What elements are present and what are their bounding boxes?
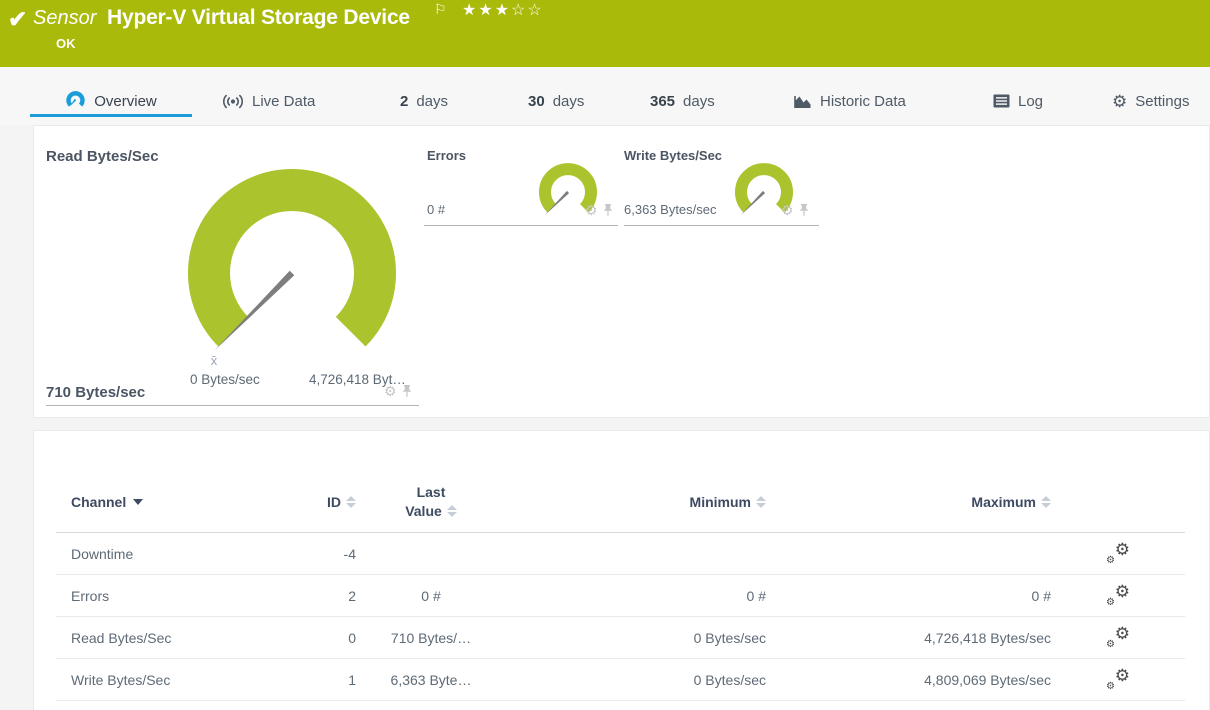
channel-maximum: 4,726,418 Bytes/sec bbox=[924, 629, 1051, 646]
channel-maximum: 4,809,069 Bytes/sec bbox=[924, 671, 1051, 688]
active-tab-underline bbox=[30, 114, 192, 117]
column-header-minimum[interactable]: Minimum bbox=[506, 494, 766, 510]
table-row-downtime: Downtime -4 ⚙ ⚙ bbox=[56, 533, 1185, 575]
channel-maximum: 0 # bbox=[1031, 587, 1051, 604]
pin-icon[interactable] bbox=[402, 384, 412, 398]
edit-channel-gears-icon[interactable]: ⚙ ⚙ bbox=[1106, 667, 1130, 692]
tab-overview[interactable]: Overview bbox=[30, 87, 192, 115]
write-gauge-title: Write Bytes/Sec bbox=[624, 148, 723, 163]
tab-log-label: Log bbox=[1018, 92, 1044, 110]
status-badge: OK bbox=[56, 36, 76, 51]
tab-30-days[interactable]: 30 days bbox=[528, 87, 584, 115]
channel-id: -4 bbox=[343, 545, 356, 562]
gauge-icon bbox=[66, 91, 85, 107]
ok-check-icon: ✔ bbox=[8, 6, 28, 32]
tab-365-days-label: days bbox=[683, 92, 715, 110]
channel-last-value: 0 # bbox=[421, 587, 441, 604]
errors-gauge-value: 0 # bbox=[427, 202, 446, 217]
gauge-divider bbox=[424, 225, 618, 226]
sort-icon bbox=[346, 495, 356, 508]
status-bar: ✔ Sensor Hyper-V Virtual Storage Device … bbox=[0, 0, 1210, 67]
log-list-icon bbox=[993, 94, 1010, 108]
channel-minimum: 0 Bytes/sec bbox=[693, 671, 766, 688]
channel-last-value: 710 Bytes/… bbox=[390, 629, 472, 646]
table-header-row: Channel ID Last Value Minimum Maximum bbox=[56, 471, 1185, 533]
live-data-icon bbox=[222, 94, 244, 108]
sort-icon bbox=[446, 504, 457, 517]
tab-settings-label: Settings bbox=[1135, 92, 1190, 110]
primary-gauge-title: Read Bytes/Sec bbox=[46, 148, 159, 165]
channel-settings-gear-icon[interactable]: ⚙ bbox=[384, 384, 397, 398]
tab-bar: Overview Live Data 2 days 30 days 365 da… bbox=[0, 67, 1210, 125]
sensor-title: Hyper-V Virtual Storage Device bbox=[107, 6, 410, 29]
channel-settings-gear-icon[interactable]: ⚙ bbox=[781, 203, 794, 217]
tab-log[interactable]: Log bbox=[993, 87, 1043, 115]
primary-gauge-tools: ⚙ bbox=[384, 384, 412, 398]
channel-id: 2 bbox=[348, 587, 356, 604]
priority-flag-icon[interactable]: ⚐ bbox=[434, 1, 447, 18]
errors-gauge-tools: ⚙ bbox=[585, 203, 613, 217]
channel-name: Read Bytes/Sec bbox=[71, 629, 172, 646]
column-header-channel[interactable]: Channel bbox=[71, 494, 321, 510]
channel-last-value: 6,363 Byte… bbox=[390, 671, 472, 688]
tab-365-days[interactable]: 365 days bbox=[650, 87, 715, 115]
channel-id: 1 bbox=[348, 671, 356, 688]
pin-icon[interactable] bbox=[603, 203, 613, 217]
gear-icon: ⚙ bbox=[1112, 91, 1128, 111]
write-gauge-tools: ⚙ bbox=[781, 203, 809, 217]
tab-live-data-label: Live Data bbox=[252, 92, 316, 110]
errors-gauge-title: Errors bbox=[427, 148, 467, 163]
gauges-panel: Read Bytes/Sec x̄ 0 Bytes/sec 4,726,418 … bbox=[33, 125, 1210, 418]
last-value-header-line1: Last bbox=[416, 483, 446, 500]
edit-channel-gears-icon[interactable]: ⚙ ⚙ bbox=[1106, 541, 1130, 566]
channel-id: 0 bbox=[348, 629, 356, 646]
gauge-divider bbox=[46, 405, 419, 406]
sort-icon bbox=[756, 495, 766, 508]
read-bytes-gauge: x̄ bbox=[188, 169, 396, 368]
minimum-header-label: Minimum bbox=[689, 493, 751, 510]
column-header-id[interactable]: ID bbox=[321, 494, 356, 510]
tab-historic-data[interactable]: Historic Data bbox=[793, 87, 906, 115]
sort-icon bbox=[1041, 495, 1051, 508]
sensor-kind-label: Sensor bbox=[33, 7, 97, 29]
channel-header-label: Channel bbox=[71, 493, 127, 510]
gauge-divider bbox=[624, 225, 819, 226]
priority-stars[interactable]: ★★★☆☆ bbox=[462, 0, 544, 20]
prtg-sensor-page: ✔ Sensor Hyper-V Virtual Storage Device … bbox=[0, 0, 1210, 710]
tab-30-days-label: days bbox=[552, 92, 585, 110]
channel-minimum: 0 Bytes/sec bbox=[693, 629, 766, 646]
channel-minimum: 0 # bbox=[746, 587, 766, 604]
average-marker: x̄ bbox=[211, 353, 218, 368]
tab-365-days-number: 365 bbox=[650, 92, 676, 110]
last-value-header-line2: Value bbox=[405, 502, 442, 519]
tab-live-data[interactable]: Live Data bbox=[222, 87, 315, 115]
table-row-errors: Errors 2 0 # 0 # 0 # ⚙ ⚙ bbox=[56, 575, 1185, 617]
write-gauge-value: 6,363 Bytes/sec bbox=[624, 202, 717, 217]
maximum-header-label: Maximum bbox=[971, 493, 1036, 510]
tab-overview-label: Overview bbox=[94, 92, 157, 110]
tab-30-days-number: 30 bbox=[528, 92, 545, 110]
channel-name: Downtime bbox=[71, 545, 134, 562]
tab-2-days[interactable]: 2 days bbox=[400, 87, 448, 115]
id-header-label: ID bbox=[327, 493, 341, 510]
edit-channel-gears-icon[interactable]: ⚙ ⚙ bbox=[1106, 583, 1130, 608]
table-row-write-bytes: Write Bytes/Sec 1 6,363 Byte… 0 Bytes/se… bbox=[56, 659, 1185, 701]
channels-table-panel: Channel ID Last Value Minimum Maximum Do… bbox=[33, 430, 1210, 710]
tab-historic-data-label: Historic Data bbox=[820, 92, 906, 110]
edit-channel-gears-icon[interactable]: ⚙ ⚙ bbox=[1106, 625, 1130, 650]
gauge-min-label: 0 Bytes/sec bbox=[190, 372, 260, 387]
column-header-maximum[interactable]: Maximum bbox=[766, 494, 1051, 510]
area-chart-icon bbox=[794, 95, 811, 108]
primary-gauge-value: 710 Bytes/sec bbox=[46, 384, 146, 401]
tab-2-days-label: days bbox=[416, 92, 449, 110]
channel-name: Errors bbox=[71, 587, 110, 604]
column-header-last-value[interactable]: Last Value bbox=[356, 483, 506, 521]
channel-name: Write Bytes/Sec bbox=[71, 671, 171, 688]
table-row-read-bytes: Read Bytes/Sec 0 710 Bytes/… 0 Bytes/sec… bbox=[56, 617, 1185, 659]
pin-icon[interactable] bbox=[799, 203, 809, 217]
channel-settings-gear-icon[interactable]: ⚙ bbox=[585, 203, 598, 217]
sort-active-desc-icon bbox=[133, 498, 144, 505]
tab-settings[interactable]: ⚙ Settings bbox=[1112, 87, 1189, 115]
tab-2-days-number: 2 bbox=[400, 92, 409, 110]
